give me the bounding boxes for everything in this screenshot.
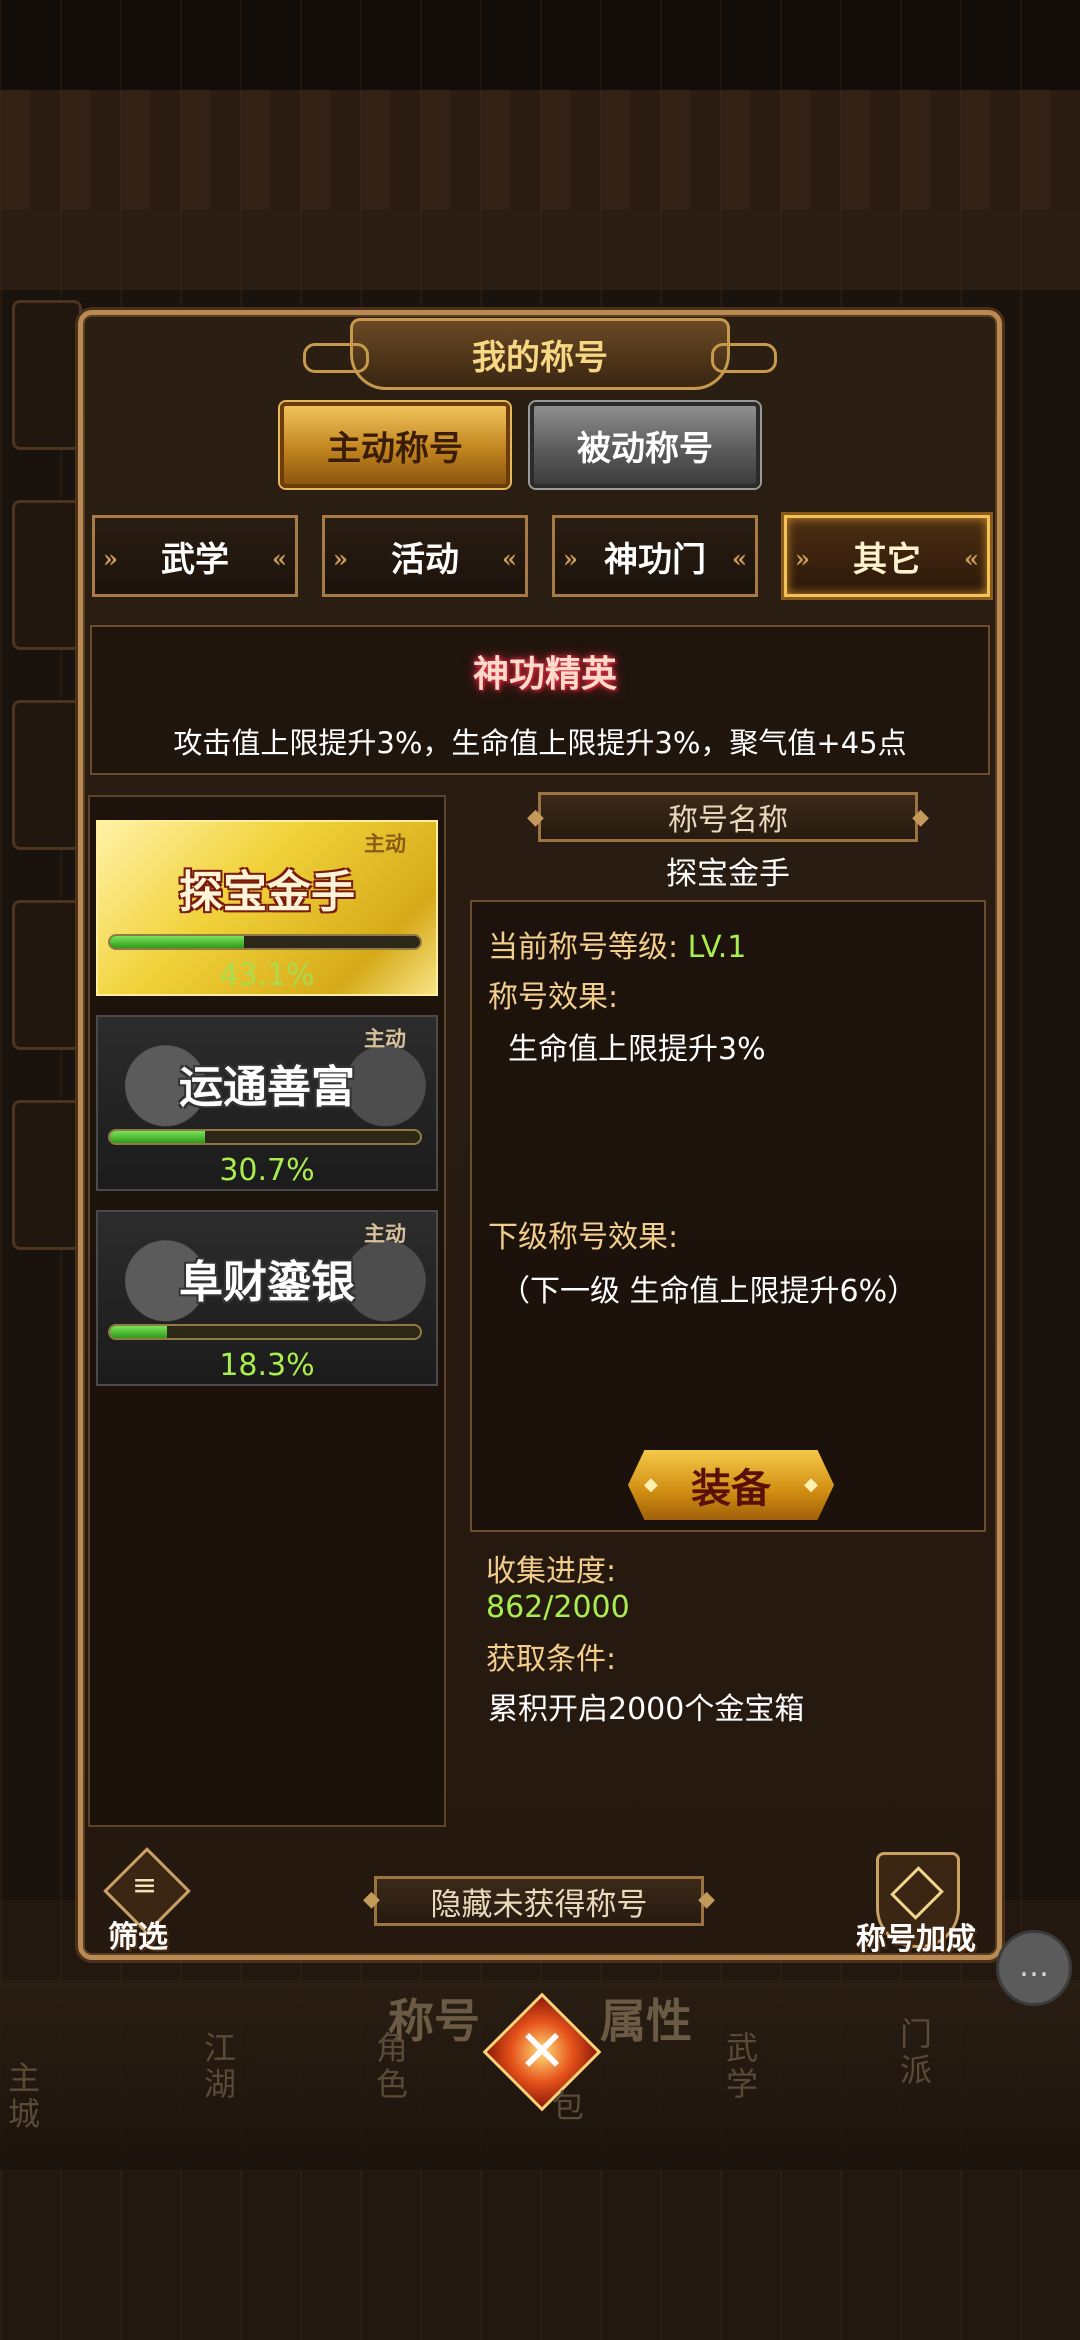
progress-bar bbox=[108, 1129, 422, 1145]
collect-label: 收集进度: bbox=[486, 1554, 617, 1589]
tab-passive-titles[interactable]: 被动称号 bbox=[530, 402, 760, 488]
chevron-left-icon: « bbox=[272, 544, 287, 573]
progress-bar bbox=[108, 934, 422, 950]
background-side-tab bbox=[12, 500, 82, 650]
chevron-right-icon: » bbox=[333, 544, 348, 573]
effect-value: 生命值上限提升3% bbox=[508, 1032, 766, 1067]
nav-tab-attributes[interactable]: 属性 bbox=[600, 1985, 692, 2051]
next-effect-value: （下一级 生命值上限提升6%） bbox=[500, 1274, 918, 1309]
subtab-label: 武学 bbox=[161, 539, 229, 580]
diamond-icon: ◆ bbox=[644, 1474, 658, 1495]
collect-value: 862/2000 bbox=[486, 1590, 630, 1625]
progress-fill bbox=[110, 1326, 167, 1338]
title-name: 运通善富 bbox=[179, 1062, 355, 1113]
equip-label: 装备 bbox=[691, 1465, 771, 1512]
equip-button[interactable]: ◆ 装备 ◆ bbox=[628, 1450, 834, 1520]
tab-active-titles[interactable]: 主动称号 bbox=[280, 402, 510, 488]
nav-item-jianghu[interactable]: 江湖 bbox=[200, 2030, 240, 2102]
filter-label: 筛选 bbox=[108, 1920, 168, 1955]
subtab-shengongmen[interactable]: » 神功门 « bbox=[552, 515, 758, 597]
title-tag: 主动 bbox=[364, 831, 406, 856]
chevron-right-icon: » bbox=[563, 544, 578, 573]
progress-fill bbox=[110, 936, 244, 948]
chevron-left-icon: « bbox=[732, 544, 747, 573]
chat-icon[interactable]: … bbox=[996, 1930, 1072, 2006]
title-name: 探宝金手 bbox=[179, 867, 355, 918]
chevron-left-icon: « bbox=[964, 544, 979, 573]
level-label: 当前称号等级: bbox=[488, 930, 688, 965]
title-bonus-label: 称号加成 bbox=[856, 1922, 976, 1957]
subtab-other[interactable]: » 其它 « bbox=[784, 515, 990, 597]
progress-bar bbox=[108, 1324, 422, 1340]
background-side-tab bbox=[12, 300, 82, 450]
condition-value: 累积开启2000个金宝箱 bbox=[488, 1692, 805, 1727]
dialog-title: 我的称号 bbox=[303, 318, 777, 390]
chevron-right-icon: » bbox=[795, 544, 810, 573]
level-line: 当前称号等级: LV.1 bbox=[488, 922, 746, 966]
nav-item-martial[interactable]: 武学 bbox=[722, 2030, 762, 2102]
title-card[interactable]: 主动 运通善富 30.7% bbox=[96, 1015, 438, 1191]
nav-item-bag[interactable]: 包 bbox=[548, 2088, 588, 2124]
title-card[interactable]: 主动 阜财鎏银 18.3% bbox=[96, 1210, 438, 1386]
title-card-selected[interactable]: 主动 探宝金手 43.1% bbox=[96, 820, 438, 996]
chevron-right-icon: » bbox=[103, 544, 118, 573]
title-name-header: 称号名称 bbox=[527, 792, 929, 842]
nav-item-main-city[interactable]: 主城 bbox=[4, 2060, 44, 2132]
next-effect-label: 下级称号效果: bbox=[488, 1220, 679, 1255]
subtab-label: 其它 bbox=[853, 539, 921, 580]
level-value: LV.1 bbox=[687, 930, 747, 965]
background-side-tab bbox=[12, 900, 82, 1050]
close-icon: ✕ bbox=[517, 2017, 567, 2085]
condition-label: 获取条件: bbox=[486, 1642, 617, 1677]
title-name: 阜财鎏银 bbox=[179, 1257, 355, 1308]
background-side-tab bbox=[12, 700, 82, 850]
progress-percent: 43.1% bbox=[219, 958, 315, 993]
progress-percent: 18.3% bbox=[219, 1348, 315, 1383]
filter-icon: ≡ bbox=[132, 1868, 158, 1903]
set-bonus-description: 攻击值上限提升3%，生命值上限提升3%，聚气值+45点 bbox=[173, 726, 907, 760]
emblem-icon bbox=[890, 1866, 944, 1920]
subtab-label: 活动 bbox=[391, 539, 459, 580]
nav-item-character[interactable]: 角色 bbox=[372, 2030, 412, 2102]
background-side-tab bbox=[12, 1100, 82, 1250]
subtab-martial[interactable]: » 武学 « bbox=[92, 515, 298, 597]
set-bonus-title: 神功精英 bbox=[472, 653, 617, 695]
progress-fill bbox=[110, 1131, 206, 1143]
title-tag: 主动 bbox=[364, 1221, 406, 1246]
title-tag: 主动 bbox=[364, 1026, 406, 1051]
nav-item-sect[interactable]: 门派 bbox=[896, 2016, 936, 2088]
chevron-left-icon: « bbox=[502, 544, 517, 573]
diamond-icon: ◆ bbox=[804, 1474, 818, 1495]
subtab-label: 神功门 bbox=[604, 539, 706, 580]
background-ornament-band bbox=[0, 90, 1080, 210]
hide-unobtained-toggle[interactable]: 隐藏未获得称号 bbox=[363, 1876, 715, 1926]
selected-title-name: 探宝金手 bbox=[666, 856, 790, 892]
effect-label: 称号效果: bbox=[488, 980, 619, 1015]
progress-percent: 30.7% bbox=[219, 1153, 315, 1188]
subtab-activity[interactable]: » 活动 « bbox=[322, 515, 528, 597]
